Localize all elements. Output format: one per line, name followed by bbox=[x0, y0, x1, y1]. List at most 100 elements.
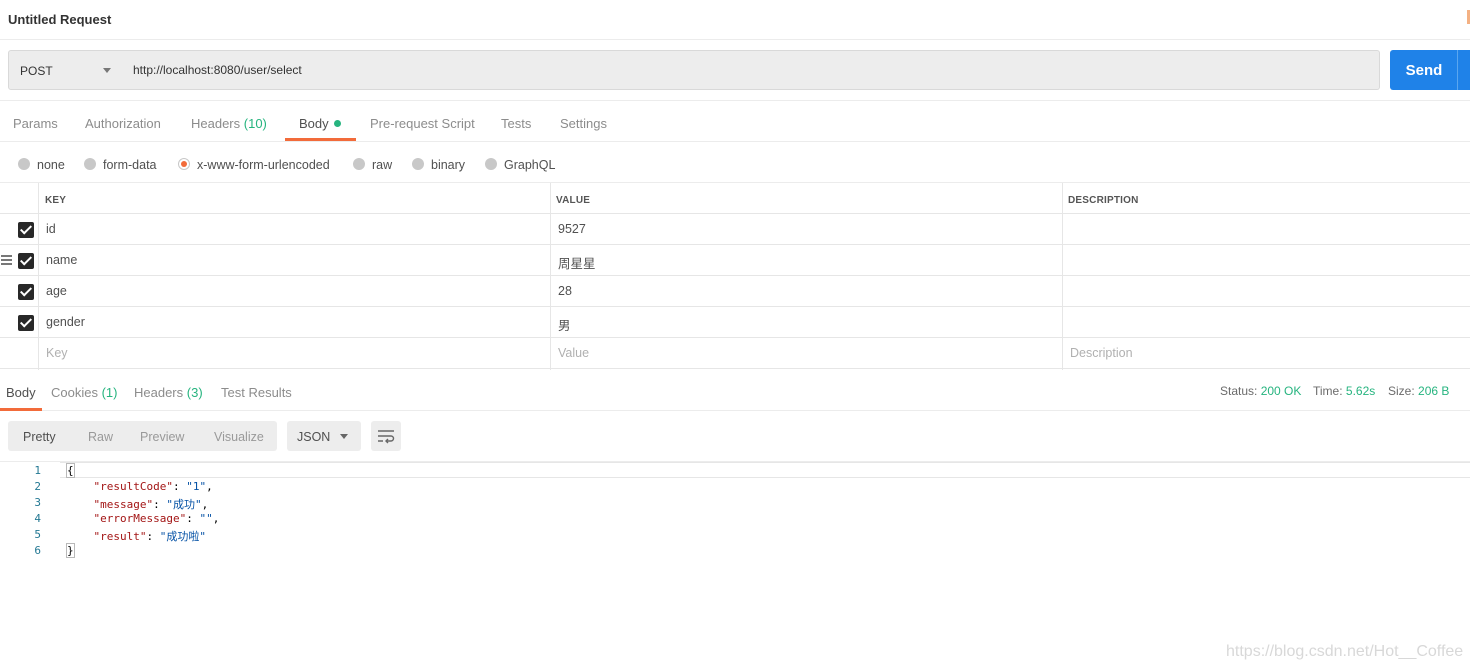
code-open-brace: { bbox=[66, 463, 75, 478]
size-value[interactable]: 206 B bbox=[1418, 384, 1449, 398]
response-tabs: Body Cookies (1) Headers (3) Test Result… bbox=[0, 371, 1470, 411]
param-key[interactable]: age bbox=[46, 284, 67, 298]
code-line: 1 { bbox=[0, 462, 1470, 478]
view-mode-visualize[interactable]: Visualize bbox=[214, 430, 264, 444]
code-line: 5 "result": "成功啦" bbox=[0, 526, 1470, 543]
radio-circle-icon bbox=[18, 158, 30, 170]
method-label: POST bbox=[20, 64, 53, 78]
description-placeholder[interactable]: Description bbox=[1070, 346, 1133, 360]
tab-settings[interactable]: Settings bbox=[560, 116, 607, 131]
time-label: Time: bbox=[1313, 384, 1343, 398]
json-value: "" bbox=[199, 512, 213, 525]
size-readout: Size: 206 B bbox=[1388, 384, 1449, 398]
active-tab-indicator bbox=[285, 138, 356, 141]
tab-label: Params bbox=[13, 116, 58, 131]
table-row: age 28 bbox=[0, 276, 1470, 307]
param-value[interactable]: 男 bbox=[558, 315, 571, 334]
send-button[interactable]: Send bbox=[1390, 50, 1470, 90]
chevron-down-icon bbox=[340, 434, 348, 439]
table-row: id 9527 bbox=[0, 214, 1470, 245]
code-text: "resultCode": "1", bbox=[93, 480, 213, 493]
response-tab-cookies[interactable]: Cookies (1) bbox=[51, 385, 117, 400]
radio-circle-icon bbox=[412, 158, 424, 170]
tab-label: Pre-request Script bbox=[370, 116, 475, 131]
tab-count: (10) bbox=[243, 116, 267, 131]
radio-label: binary bbox=[431, 158, 466, 172]
tab-label: Authorization bbox=[85, 116, 161, 131]
time-readout: Time: 5.62s bbox=[1313, 384, 1375, 398]
radio-circle-icon bbox=[353, 158, 365, 170]
table-row-new: Key Value Description bbox=[0, 338, 1470, 369]
response-tab-body[interactable]: Body bbox=[6, 385, 36, 400]
param-key[interactable]: gender bbox=[46, 315, 85, 329]
json-key: "errorMessage" bbox=[93, 512, 187, 525]
key-placeholder[interactable]: Key bbox=[46, 346, 68, 360]
tab-body[interactable]: Body bbox=[299, 116, 341, 131]
tab-tests[interactable]: Tests bbox=[501, 116, 531, 131]
radio-label: form-data bbox=[103, 158, 157, 172]
tab-params[interactable]: Params bbox=[13, 116, 58, 131]
status-value[interactable]: 200 OK bbox=[1261, 384, 1302, 398]
line-number: 4 bbox=[34, 512, 41, 525]
param-key[interactable]: name bbox=[46, 253, 77, 267]
response-toolbar: Pretty Raw Preview Visualize JSON bbox=[0, 411, 1470, 462]
row-checkbox[interactable] bbox=[18, 253, 34, 269]
tab-count: (3) bbox=[186, 385, 203, 400]
code-text: "errorMessage": "", bbox=[93, 512, 220, 525]
line-number: 6 bbox=[34, 544, 41, 557]
url-input[interactable] bbox=[123, 50, 1380, 90]
time-value[interactable]: 5.62s bbox=[1346, 384, 1375, 398]
table-row: gender 男 bbox=[0, 307, 1470, 338]
format-label: JSON bbox=[297, 430, 331, 444]
request-title[interactable]: Untitled Request bbox=[8, 12, 111, 27]
view-mode-preview[interactable]: Preview bbox=[140, 430, 184, 444]
radio-label: none bbox=[37, 158, 65, 172]
json-separator: , bbox=[206, 480, 213, 493]
row-checkbox[interactable] bbox=[18, 315, 34, 331]
json-key: "resultCode" bbox=[93, 480, 173, 493]
watermark-text: https://blog.csdn.net/Hot__Coffee bbox=[1226, 643, 1464, 660]
method-select[interactable]: POST bbox=[8, 50, 124, 90]
param-value[interactable]: 28 bbox=[558, 284, 572, 298]
tab-headers[interactable]: Headers (10) bbox=[191, 116, 267, 131]
tab-pre-request-script[interactable]: Pre-request Script bbox=[370, 116, 475, 131]
status-readout: Status: 200 OK bbox=[1220, 384, 1301, 398]
view-mode-segmented: Pretty Raw Preview Visualize bbox=[8, 421, 277, 451]
format-select[interactable]: JSON bbox=[287, 421, 361, 451]
column-header-description: DESCRIPTION bbox=[1068, 195, 1139, 206]
line-number: 1 bbox=[34, 464, 41, 477]
row-checkbox[interactable] bbox=[18, 222, 34, 238]
param-value[interactable]: 周星星 bbox=[558, 253, 596, 272]
line-number: 5 bbox=[34, 528, 41, 541]
response-tab-test-results[interactable]: Test Results bbox=[221, 385, 292, 400]
column-header-value: VALUE bbox=[556, 195, 591, 206]
json-value: "1" bbox=[186, 480, 207, 493]
line-number: 2 bbox=[34, 480, 41, 493]
view-mode-pretty[interactable]: Pretty bbox=[23, 430, 56, 444]
response-body-editor[interactable]: 1 { 2 "resultCode": "1", 3 "message": "成… bbox=[0, 462, 1470, 671]
radio-label: GraphQL bbox=[504, 158, 556, 172]
url-bar: POST Send bbox=[0, 40, 1470, 101]
table-row: name 周星星 bbox=[0, 245, 1470, 276]
row-checkbox[interactable] bbox=[18, 284, 34, 300]
tab-label: Cookies bbox=[51, 385, 98, 400]
param-key[interactable]: id bbox=[46, 222, 56, 236]
tab-label: Headers bbox=[191, 116, 241, 131]
tab-label: Headers bbox=[134, 385, 184, 400]
response-tab-headers[interactable]: Headers (3) bbox=[134, 385, 203, 400]
tab-label: Tests bbox=[501, 116, 532, 131]
request-title-bar: Untitled Request bbox=[0, 0, 1470, 40]
view-mode-raw[interactable]: Raw bbox=[88, 430, 113, 444]
value-placeholder[interactable]: Value bbox=[558, 346, 589, 360]
radio-label: raw bbox=[372, 158, 393, 172]
param-value[interactable]: 9527 bbox=[558, 222, 586, 236]
radio-label: x-www-form-urlencoded bbox=[197, 158, 330, 172]
request-tabs: Params Authorization Headers (10) Body P… bbox=[0, 101, 1470, 142]
tab-authorization[interactable]: Authorization bbox=[85, 116, 161, 131]
json-separator: , bbox=[212, 512, 220, 525]
size-label: Size: bbox=[1388, 384, 1415, 398]
wrap-lines-button[interactable] bbox=[371, 421, 401, 451]
code-line: 2 "resultCode": "1", bbox=[0, 478, 1470, 494]
table-header-row: KEY VALUE DESCRIPTION bbox=[0, 183, 1470, 214]
drag-handle-icon[interactable] bbox=[1, 255, 13, 265]
